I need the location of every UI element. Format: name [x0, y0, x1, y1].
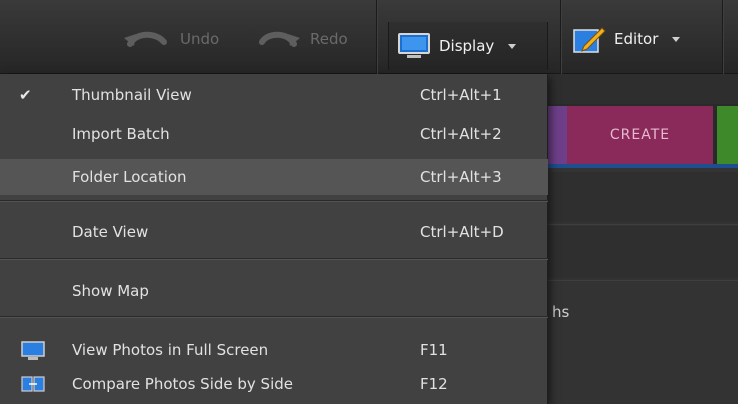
- toolbar-separator: [560, 0, 561, 74]
- menu-separator: [0, 200, 548, 202]
- chevron-down-icon: [672, 36, 681, 42]
- tab-share[interactable]: [717, 106, 738, 164]
- redo-button[interactable]: Redo: [258, 26, 348, 52]
- toolbar-separator: [722, 0, 723, 74]
- tab-create[interactable]: CREATE: [567, 106, 713, 164]
- tab-create-label: CREATE: [609, 127, 671, 143]
- menu-item-shortcut: Ctrl+Alt+1: [420, 86, 502, 104]
- background-partial-text: hs: [552, 303, 570, 321]
- monitor-icon: [398, 33, 430, 58]
- menu-item-date-view[interactable]: Date View Ctrl+Alt+D: [0, 215, 548, 249]
- panel-row: [548, 172, 738, 222]
- menu-item-label: Folder Location: [72, 168, 187, 186]
- chevron-down-icon: [508, 43, 517, 49]
- display-label: Display: [439, 37, 495, 55]
- tab-organize[interactable]: [548, 106, 567, 164]
- menu-item-label: Show Map: [72, 282, 149, 300]
- compare-icon: [21, 376, 45, 392]
- menu-item-show-map[interactable]: Show Map: [0, 274, 548, 308]
- editor-label: Editor: [614, 30, 659, 48]
- undo-icon: [124, 31, 167, 47]
- toolbar: Undo Redo Display Editor: [0, 0, 738, 74]
- undo-button[interactable]: Undo: [122, 26, 219, 52]
- display-dropdown-menu: ✔ Thumbnail View Ctrl+Alt+1 Import Batch…: [0, 74, 548, 404]
- menu-item-compare-side-by-side[interactable]: Compare Photos Side by Side F12: [0, 367, 548, 401]
- editor-pencil-icon: [573, 27, 606, 53]
- menu-item-label: Thumbnail View: [72, 86, 192, 104]
- monitor-icon: [21, 341, 45, 360]
- menu-item-label: View Photos in Full Screen: [72, 341, 269, 359]
- redo-icon: [259, 31, 300, 47]
- menu-separator: [0, 316, 548, 318]
- divider: [548, 280, 738, 281]
- menu-item-label: Compare Photos Side by Side: [72, 375, 293, 393]
- menu-separator: [0, 258, 548, 260]
- menu-item-shortcut: Ctrl+Alt+2: [420, 125, 502, 143]
- menu-item-shortcut: Ctrl+Alt+3: [420, 168, 502, 186]
- menu-item-label: Import Batch: [72, 125, 170, 143]
- panel-row: [548, 226, 738, 278]
- checkmark-icon: ✔: [19, 86, 32, 104]
- divider: [548, 224, 738, 225]
- editor-menu-button[interactable]: Editor: [572, 26, 681, 53]
- undo-label: Undo: [180, 30, 220, 48]
- redo-label: Redo: [310, 30, 348, 48]
- menu-item-full-screen[interactable]: View Photos in Full Screen F11: [0, 333, 548, 367]
- menu-item-shortcut: F11: [420, 341, 448, 359]
- menu-item-folder-location[interactable]: Folder Location Ctrl+Alt+3: [0, 159, 548, 195]
- toolbar-separator: [376, 0, 377, 74]
- display-menu-button[interactable]: Display: [388, 22, 548, 70]
- active-tab-underline: [548, 164, 738, 168]
- menu-item-shortcut: F12: [420, 375, 448, 393]
- menu-item-label: Date View: [72, 223, 149, 241]
- menu-item-thumbnail-view[interactable]: ✔ Thumbnail View Ctrl+Alt+1: [0, 78, 548, 112]
- menu-item-shortcut: Ctrl+Alt+D: [420, 223, 504, 241]
- menu-item-import-batch[interactable]: Import Batch Ctrl+Alt+2: [0, 117, 548, 151]
